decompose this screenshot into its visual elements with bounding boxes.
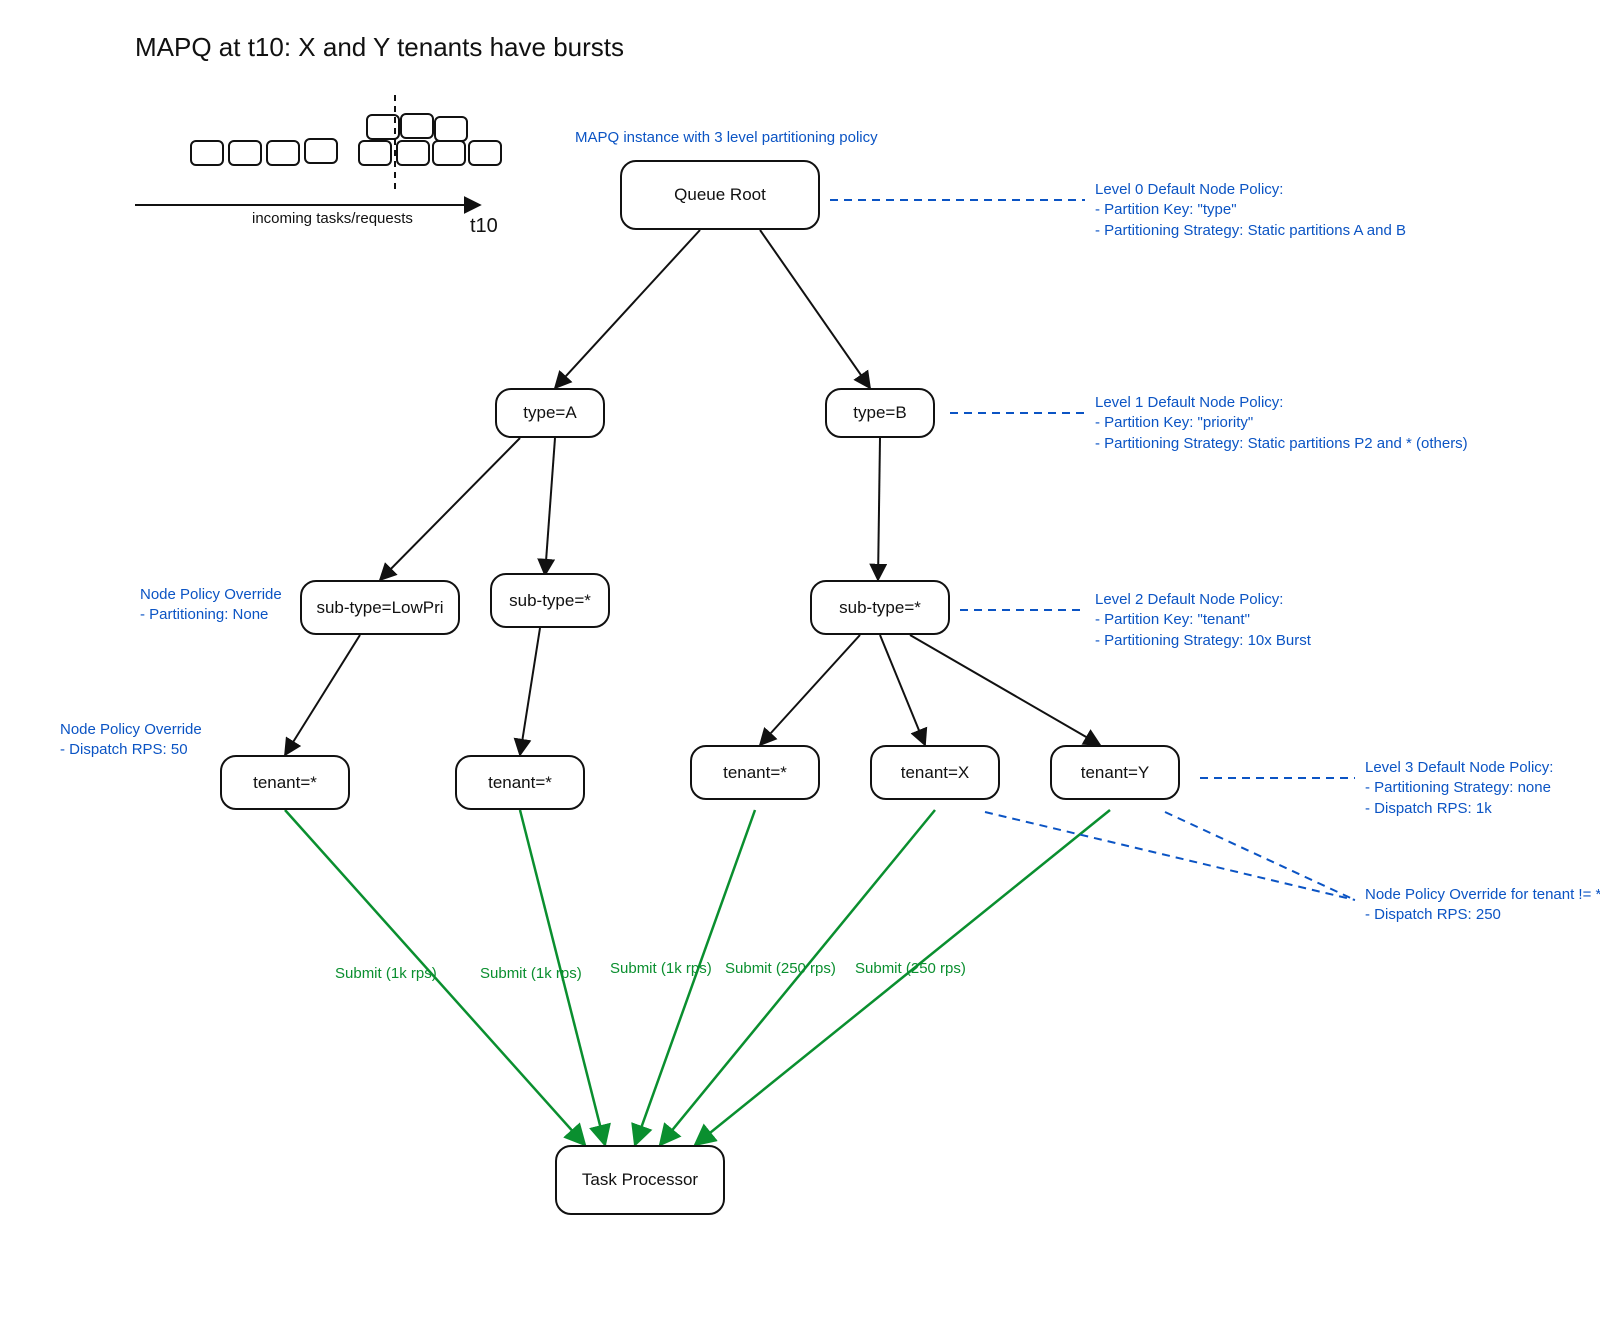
node-label: sub-type=LowPri: [316, 598, 443, 618]
submit-label-3: Submit (1k rps): [610, 960, 712, 977]
node-tenant-star-2: tenant=*: [455, 755, 585, 810]
node-subtype-lowpri: sub-type=LowPri: [300, 580, 460, 635]
node-label: tenant=Y: [1081, 763, 1150, 783]
diagram-title: MAPQ at t10: X and Y tenants have bursts: [135, 32, 624, 63]
submit-label-1: Submit (1k rps): [335, 965, 437, 982]
diagram-stage: MAPQ at t10: X and Y tenants have bursts: [0, 0, 1600, 1317]
node-label: type=A: [523, 403, 576, 423]
annotation-override-left: Node Policy Override - Partitioning: Non…: [140, 585, 282, 626]
node-label: tenant=*: [723, 763, 787, 783]
node-subtype-star-a: sub-type=*: [490, 573, 610, 628]
annotation-level1: Level 1 Default Node Policy: - Partition…: [1095, 393, 1468, 454]
node-tenant-star-3: tenant=*: [690, 745, 820, 800]
task-rect: [468, 140, 502, 166]
node-label: tenant=*: [488, 773, 552, 793]
task-rect: [396, 140, 430, 166]
task-rect: [228, 140, 262, 166]
node-tenant-y: tenant=Y: [1050, 745, 1180, 800]
submit-label-5: Submit (250 rps): [855, 960, 966, 977]
node-label: tenant=X: [901, 763, 970, 783]
task-rect: [266, 140, 300, 166]
task-rect: [190, 140, 224, 166]
node-label: sub-type=*: [509, 591, 591, 611]
annotation-level3: Level 3 Default Node Policy: - Partition…: [1365, 758, 1553, 819]
annotation-level2: Level 2 Default Node Policy: - Partition…: [1095, 590, 1311, 651]
task-rect: [400, 113, 434, 139]
node-type-b: type=B: [825, 388, 935, 438]
node-task-processor: Task Processor: [555, 1145, 725, 1215]
node-label: tenant=*: [253, 773, 317, 793]
task-rect: [366, 114, 400, 140]
node-subtype-star-b: sub-type=*: [810, 580, 950, 635]
submit-label-4: Submit (250 rps): [725, 960, 836, 977]
node-label: Task Processor: [582, 1170, 698, 1190]
node-label: type=B: [853, 403, 906, 423]
time-marker: t10: [470, 215, 498, 238]
task-rect: [432, 140, 466, 166]
annotation-top: MAPQ instance with 3 level partitioning …: [575, 128, 878, 148]
task-rect: [358, 140, 392, 166]
node-tenant-star-1: tenant=*: [220, 755, 350, 810]
node-queue-root: Queue Root: [620, 160, 820, 230]
task-rect: [304, 138, 338, 164]
incoming-label: incoming tasks/requests: [252, 210, 413, 227]
annotation-level0: Level 0 Default Node Policy: - Partition…: [1095, 180, 1406, 241]
annotation-override-rps50: Node Policy Override - Dispatch RPS: 50: [60, 720, 202, 761]
node-tenant-x: tenant=X: [870, 745, 1000, 800]
task-rect: [434, 116, 468, 142]
submit-label-2: Submit (1k rps): [480, 965, 582, 982]
node-label: Queue Root: [674, 185, 766, 205]
node-type-a: type=A: [495, 388, 605, 438]
annotation-override-tenant: Node Policy Override for tenant != * - D…: [1365, 885, 1600, 926]
node-label: sub-type=*: [839, 598, 921, 618]
